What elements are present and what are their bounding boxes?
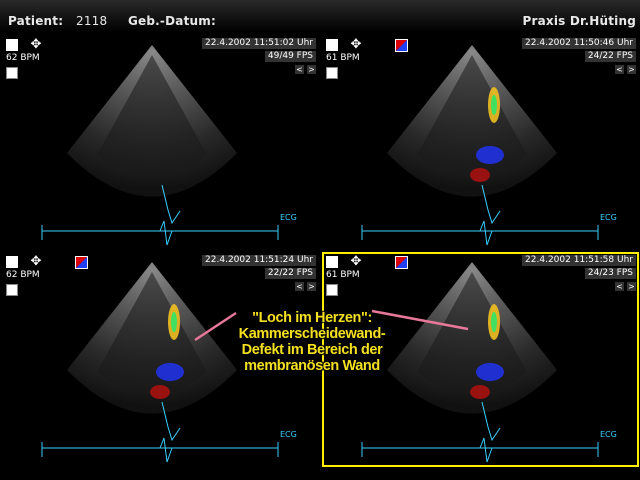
next-frame-button[interactable]: > <box>307 65 316 74</box>
timestamp: 22.4.2002 11:51:58 Uhr <box>522 255 636 266</box>
probe-icon[interactable] <box>326 67 338 79</box>
lock-icon[interactable] <box>326 39 338 51</box>
annotation-line-2: Kammerscheidewand- <box>238 326 386 342</box>
prev-frame-button[interactable]: < <box>295 65 304 74</box>
doppler-flow-blue <box>476 363 504 381</box>
prev-frame-button[interactable]: < <box>295 282 304 291</box>
annotation-line-1: "Loch im Herzen": <box>252 310 372 326</box>
prev-frame-button[interactable]: < <box>615 65 624 74</box>
lock-icon[interactable] <box>6 39 18 51</box>
ecg-qrs <box>159 220 173 246</box>
next-frame-button[interactable]: > <box>627 282 636 291</box>
ecg-qrs <box>479 437 493 463</box>
next-frame-button[interactable]: > <box>627 65 636 74</box>
move-icon[interactable]: ✥ <box>30 255 42 268</box>
timestamp: 22.4.2002 11:51:02 Uhr <box>202 38 316 49</box>
heart-rate: 61 BPM <box>326 53 360 63</box>
annotation-text: "Loch im Herzen": Kammerscheidewand- Def… <box>232 310 392 374</box>
heart-rate: 62 BPM <box>6 53 40 63</box>
ultrasound-image <box>361 45 599 246</box>
ecg-label: ECG <box>600 213 617 222</box>
timestamp: 22.4.2002 11:51:24 Uhr <box>202 255 316 266</box>
doppler-flow-green <box>171 312 177 332</box>
doppler-flow-green <box>491 95 497 115</box>
ecg-qrs <box>159 437 173 463</box>
ecg-label: ECG <box>600 430 617 439</box>
patient-id: 2118 <box>76 14 108 28</box>
timestamp: 22.4.2002 11:50:46 Uhr <box>522 38 636 49</box>
title-bar: Patient: 2118 Geb.-Datum: Praxis Dr.Hüti… <box>0 0 640 32</box>
probe-icon[interactable] <box>6 284 18 296</box>
dob-label: Geb.-Datum: <box>128 14 216 28</box>
ultrasound-panel-2[interactable]: ✥ 61 BPM 22.4.2002 11:50:46 Uhr 24/22 FPS < >… <box>322 35 639 250</box>
lock-icon[interactable] <box>326 256 338 268</box>
doppler-flow-red <box>150 385 170 399</box>
doppler-flow-blue <box>156 363 184 381</box>
color-doppler-icon[interactable] <box>395 39 408 52</box>
move-icon[interactable]: ✥ <box>350 38 362 51</box>
frame-rate: 22/22 FPS <box>264 268 316 279</box>
doppler-flow-red <box>470 168 490 182</box>
ultrasound-image <box>41 45 279 246</box>
heart-rate: 61 BPM <box>326 270 360 280</box>
doppler-flow-red <box>470 385 490 399</box>
annotation-line-3: Defekt im Bereich der <box>241 342 383 358</box>
heart-rate: 62 BPM <box>6 270 40 280</box>
ecg-label: ECG <box>280 430 297 439</box>
ecg-qrs <box>479 220 493 246</box>
ultrasound-panel-1[interactable]: ✥ 62 BPM 22.4.2002 11:51:02 Uhr 49/49 FPS < >… <box>2 35 319 250</box>
prev-frame-button[interactable]: < <box>615 282 624 291</box>
probe-icon[interactable] <box>6 67 18 79</box>
patient-label: Patient: <box>8 14 64 28</box>
ecg-label: ECG <box>280 213 297 222</box>
frame-rate: 49/49 FPS <box>264 51 316 62</box>
lock-icon[interactable] <box>6 256 18 268</box>
color-doppler-icon[interactable] <box>395 256 408 269</box>
frame-rate: 24/23 FPS <box>584 268 636 279</box>
next-frame-button[interactable]: > <box>307 282 316 291</box>
move-icon[interactable]: ✥ <box>30 38 42 51</box>
probe-icon[interactable] <box>326 284 338 296</box>
doppler-flow-green <box>491 312 497 332</box>
move-icon[interactable]: ✥ <box>350 255 362 268</box>
doppler-flow-blue <box>476 146 504 164</box>
practice-name: Praxis Dr.Hüting <box>522 14 636 28</box>
color-doppler-icon[interactable] <box>75 256 88 269</box>
frame-rate: 24/22 FPS <box>584 51 636 62</box>
annotation-line-4: membranösen Wand <box>244 358 380 374</box>
